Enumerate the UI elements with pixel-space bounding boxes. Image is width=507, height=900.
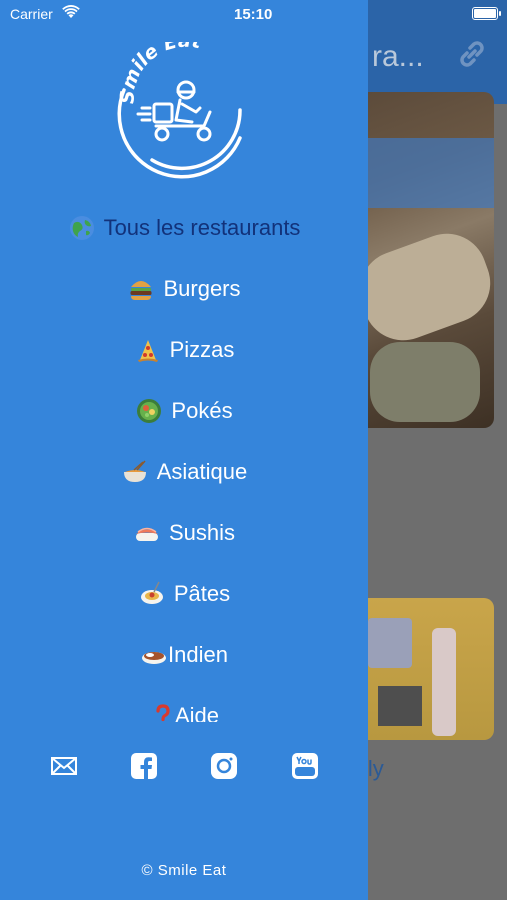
pizza-icon: [134, 336, 162, 364]
background-title: ra...: [372, 40, 424, 73]
poke-bowl-icon: [135, 397, 163, 425]
curry-icon: [140, 641, 168, 669]
restaurant-card-image[interactable]: [350, 92, 494, 428]
spaghetti-icon: [138, 580, 166, 608]
menu-item-label: Pokés: [171, 398, 233, 423]
social-links: [0, 752, 368, 792]
clock: 15:10: [234, 6, 273, 23]
side-drawer: Smile Eat Tous les restaurants: [0, 0, 368, 900]
category-menu: Tous les restaurants Burgers Pizzas Poké…: [0, 198, 368, 722]
battery-icon: [472, 7, 501, 20]
ramen-icon: [121, 458, 149, 486]
menu-item-asiatique[interactable]: Asiatique: [0, 448, 368, 496]
burger-icon: [127, 275, 155, 303]
copyright-footer: © Smile Eat: [141, 862, 227, 879]
menu-item-label: Tous les restaurants: [103, 215, 301, 240]
menu-item-indien[interactable]: Indien: [0, 631, 368, 679]
menu-item-tous-les-restaurants[interactable]: Tous les restaurants: [0, 204, 368, 252]
menu-item-aide[interactable]: Aide: [0, 692, 368, 722]
restaurant-card-image-2[interactable]: [350, 598, 494, 740]
menu-item-sushis[interactable]: Sushis: [0, 509, 368, 557]
status-bar: Carrier 15:10: [0, 0, 507, 30]
instagram-icon[interactable]: [210, 752, 238, 782]
menu-item-burgers[interactable]: Burgers: [0, 265, 368, 313]
menu-item-label: Burgers: [163, 276, 241, 301]
facebook-icon[interactable]: [130, 752, 158, 782]
menu-item-label: Aide: [174, 703, 220, 722]
link-icon[interactable]: [456, 38, 488, 70]
mail-icon[interactable]: [50, 752, 78, 782]
wifi-icon: [62, 5, 80, 18]
menu-item-label: Pizzas: [169, 337, 235, 362]
question-mark-icon: [149, 702, 170, 722]
menu-item-label: Indien: [168, 642, 228, 667]
menu-item-pizzas[interactable]: Pizzas: [0, 326, 368, 374]
sushi-icon: [133, 519, 161, 547]
menu-item-label: Sushis: [168, 520, 236, 545]
carrier-label: Carrier: [10, 6, 53, 22]
menu-item-pates[interactable]: Pâtes: [0, 570, 368, 618]
youtube-icon[interactable]: [291, 752, 319, 782]
globe-icon: [68, 214, 96, 242]
menu-item-label: Asiatique: [156, 459, 248, 484]
menu-item-pokes[interactable]: Pokés: [0, 387, 368, 435]
smile-eat-logo: Smile Eat: [117, 42, 242, 179]
menu-item-label: Pâtes: [173, 581, 231, 606]
